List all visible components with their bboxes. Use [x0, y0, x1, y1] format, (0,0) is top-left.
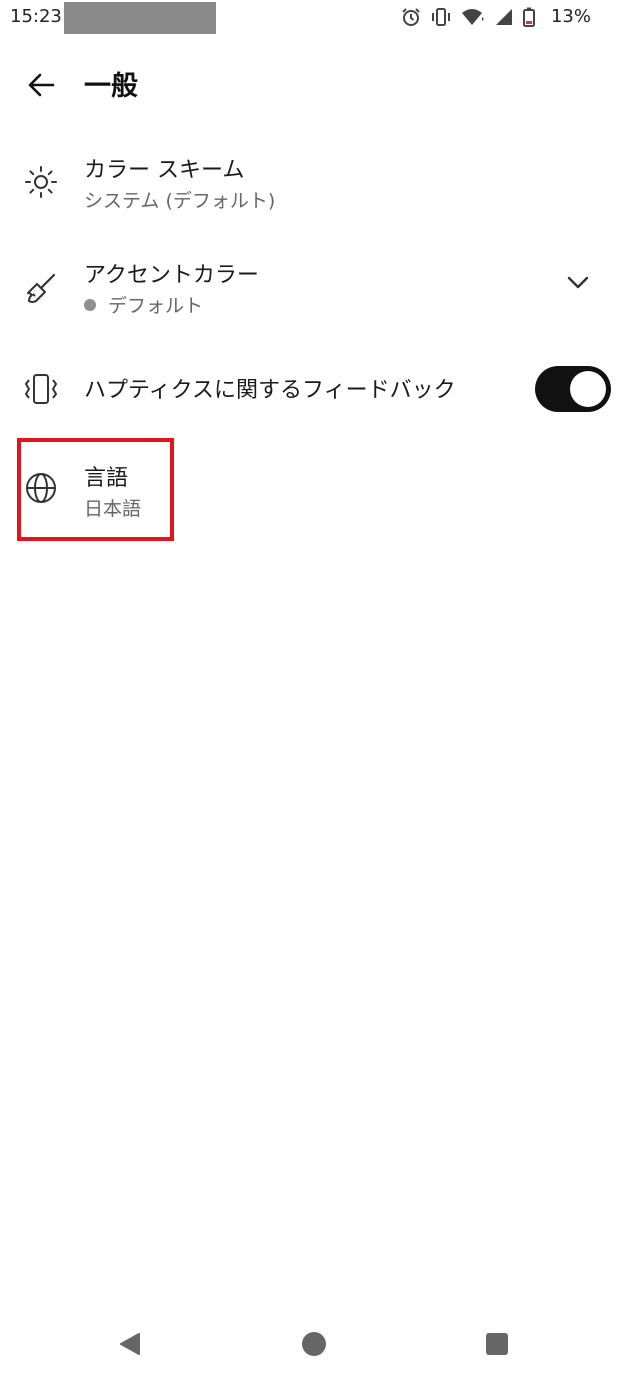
- globe-icon: [22, 469, 60, 507]
- accent-color-value: デフォルト: [84, 291, 203, 318]
- color-scheme-title: カラー スキーム: [84, 158, 245, 183]
- nav-recents-button[interactable]: [477, 1324, 517, 1364]
- accent-color-setting[interactable]: アクセントカラー デフォルト: [0, 245, 635, 335]
- battery-percent: 13%: [550, 6, 591, 27]
- alarm-icon: [402, 8, 420, 26]
- accent-color-dot: [84, 298, 96, 311]
- vibration-icon: [22, 370, 60, 408]
- circle-home-icon: [302, 1332, 326, 1356]
- page-title: 一般: [84, 71, 138, 102]
- redacted-area: [64, 2, 216, 34]
- square-recents-icon: [486, 1333, 508, 1355]
- chevron-down-icon[interactable]: [565, 269, 591, 295]
- haptic-feedback-title: ハプティクスに関するフィードバック: [84, 378, 456, 403]
- back-button[interactable]: [22, 66, 60, 104]
- vibrate-icon: [432, 8, 450, 26]
- sun-icon: [22, 163, 60, 201]
- color-scheme-value: システム (デフォルト): [84, 190, 276, 212]
- status-time: 15:23: [10, 6, 62, 27]
- battery-icon: [523, 7, 535, 27]
- language-value: 日本語: [84, 498, 142, 520]
- nav-bar: [0, 1306, 635, 1376]
- color-scheme-setting[interactable]: カラー スキーム システム (デフォルト): [0, 140, 635, 230]
- toggle-knob: [570, 371, 606, 407]
- language-setting[interactable]: 言語 日本語: [0, 448, 635, 538]
- triangle-back-icon: [120, 1333, 140, 1355]
- paintbrush-icon: [22, 269, 60, 307]
- language-title: 言語: [84, 466, 129, 491]
- screen: 15:23 13% 一般 カラー スキーム システム (デフォルト) アクセント…: [0, 0, 635, 1376]
- nav-back-button[interactable]: [110, 1324, 150, 1364]
- signal-icon: [496, 9, 512, 25]
- accent-color-value-text: デフォルト: [108, 295, 204, 317]
- status-bar: 15:23 13%: [0, 0, 635, 34]
- app-header: 一般: [0, 56, 635, 112]
- wifi-icon: [462, 9, 484, 25]
- accent-color-title: アクセントカラー: [84, 263, 259, 288]
- status-icons: [401, 6, 535, 28]
- haptic-feedback-setting[interactable]: ハプティクスに関するフィードバック: [0, 360, 635, 418]
- nav-home-button[interactable]: [294, 1324, 334, 1364]
- haptic-feedback-toggle[interactable]: [535, 366, 611, 412]
- back-arrow-icon: [28, 73, 55, 97]
